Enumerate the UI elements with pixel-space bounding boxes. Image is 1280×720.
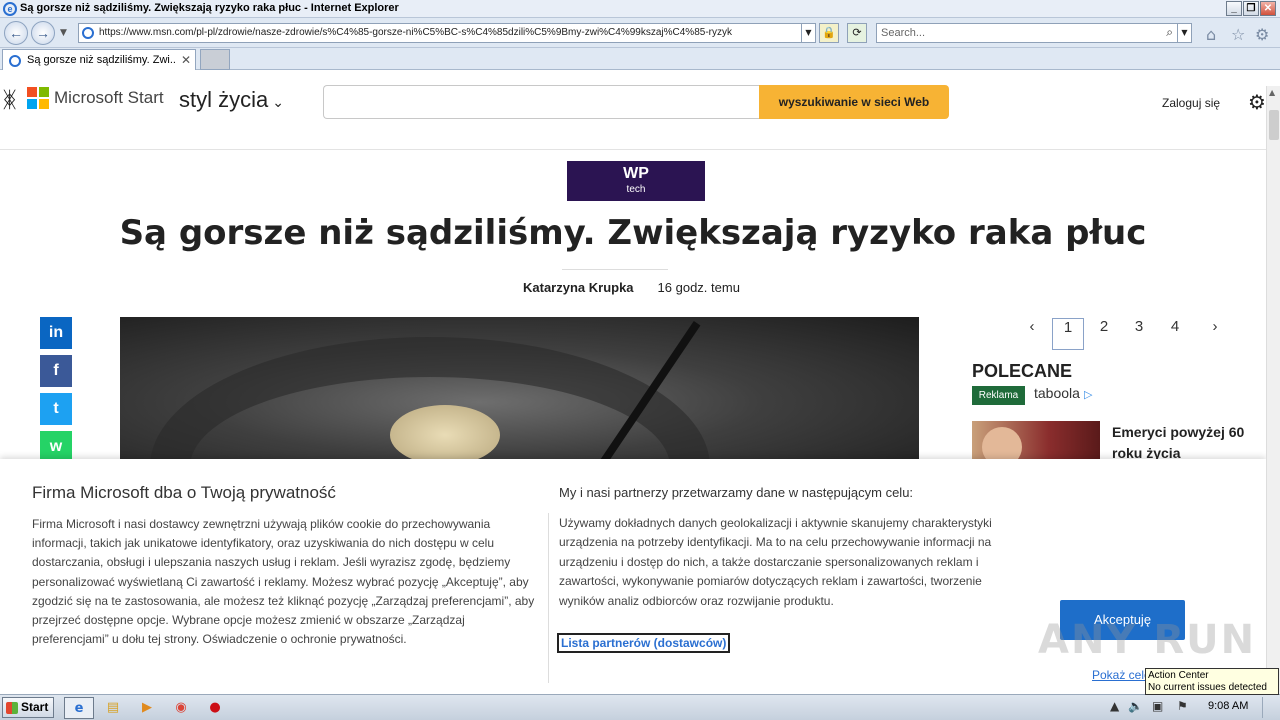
restore-button[interactable]: ❐: [1243, 1, 1259, 16]
tray-expand-icon[interactable]: ▲: [1110, 699, 1119, 713]
tooltip-title: Action Center: [1148, 670, 1209, 681]
settings-icon[interactable]: ⚙: [1248, 90, 1266, 114]
browser-search-placeholder: Search...: [881, 27, 926, 39]
section-label: styl życia: [179, 87, 269, 112]
address-dropdown-icon[interactable]: ▼: [801, 24, 815, 42]
tab-active[interactable]: Są gorsze niż sądziliśmy. Zwi... ✕: [2, 49, 196, 70]
msn-header: ᛤ Microsoft Start styl życia ⌄ wyszukiwan…: [0, 70, 1266, 150]
source-logo-mark: WP: [623, 165, 649, 182]
internet-explorer-icon: e: [3, 2, 17, 16]
ie-taskbar-icon[interactable]: e: [64, 697, 94, 719]
web-page: ᛤ Microsoft Start styl życia ⌄ wyszukiwan…: [0, 70, 1266, 694]
search-dropdown-icon[interactable]: ▼: [1177, 24, 1191, 42]
opera-taskbar-icon[interactable]: ●: [200, 697, 230, 719]
adchoices-icon[interactable]: ▷: [1084, 389, 1092, 401]
chevron-down-icon: ⌄: [272, 94, 284, 110]
web-search-button[interactable]: wyszukiwanie w sieci Web: [759, 85, 949, 119]
history-dropdown-icon[interactable]: ▼: [60, 28, 67, 38]
msn-butterfly-icon[interactable]: ᛤ: [3, 88, 16, 113]
prev-page-chevron-icon[interactable]: ‹: [1016, 318, 1048, 350]
show-desktop-button[interactable]: [1262, 697, 1276, 718]
ad-thumbnail[interactable]: [972, 421, 1100, 461]
show-purposes-link[interactable]: Pokaż cele: [1092, 668, 1151, 682]
windows-flag-icon: [6, 702, 18, 714]
source-logo[interactable]: WP tech: [567, 161, 705, 201]
divider: [562, 269, 668, 270]
whatsapp-share-icon[interactable]: w: [40, 431, 72, 459]
clock[interactable]: 9:08 AM: [1208, 700, 1248, 712]
partners-list-link[interactable]: Lista partnerów (dostawców): [557, 633, 731, 653]
action-center-flag-icon[interactable]: ⚑: [1177, 699, 1188, 713]
new-tab-button[interactable]: [200, 49, 230, 70]
source-logo-sub: tech: [626, 184, 646, 195]
lock-icon[interactable]: 🔒: [819, 23, 839, 43]
watermark-logo: ANY RUN: [1038, 617, 1257, 663]
login-link[interactable]: Zaloguj się: [1162, 96, 1220, 110]
ad-network-label: taboola: [1034, 385, 1080, 401]
forward-button[interactable]: →: [31, 21, 55, 45]
byline: Katarzyna Krupka 16 godz. temu: [523, 280, 740, 295]
search-icon[interactable]: ⌕: [1166, 25, 1173, 40]
recommended-heading: POLECANE: [972, 361, 1073, 381]
browser-nav-bar: ← → ▼ https://www.msn.com/pl-pl/zdrowie/…: [0, 18, 1280, 48]
network-icon[interactable]: ▣: [1152, 699, 1163, 713]
next-page-chevron-icon[interactable]: ›: [1199, 318, 1231, 350]
author[interactable]: Katarzyna Krupka: [523, 280, 634, 295]
tab-strip: Są gorsze niż sądziliśmy. Zwi... ✕: [0, 48, 1280, 70]
article-image: [120, 317, 919, 459]
tab-page-icon: [9, 55, 21, 67]
window-title-bar: e Są gorsze niż sądziliśmy. Zwiększają r…: [0, 0, 1280, 18]
article-headline: Są gorsze niż sądziliśmy. Zwiększają ryz…: [119, 213, 1147, 253]
favorites-star-icon[interactable]: ☆: [1231, 25, 1245, 44]
twitter-share-icon[interactable]: t: [40, 393, 72, 425]
published-time: 16 godz. temu: [657, 280, 740, 295]
brand-name[interactable]: Microsoft Start: [54, 88, 164, 108]
back-button[interactable]: ←: [4, 21, 28, 45]
page-1[interactable]: 1: [1052, 318, 1084, 350]
linkedin-share-icon[interactable]: in: [40, 317, 72, 349]
minimize-button[interactable]: _: [1226, 1, 1242, 16]
taskbar: Start e ▤ ▶ ◉ ● ▲ 🔈 ▣ ⚑ 9:08 AM: [0, 694, 1280, 720]
media-player-taskbar-icon[interactable]: ▶: [132, 697, 162, 719]
volume-icon[interactable]: 🔈: [1128, 699, 1143, 713]
scroll-thumb[interactable]: [1269, 110, 1279, 140]
ad-network[interactable]: taboola ▷: [1034, 385, 1092, 401]
ad-badge: Reklama: [972, 386, 1025, 405]
consent-description: Firma Microsoft i nasi dostawcy zewnętrz…: [32, 517, 535, 647]
start-label: Start: [21, 700, 49, 714]
page-4[interactable]: 4: [1159, 318, 1191, 350]
address-bar[interactable]: https://www.msn.com/pl-pl/zdrowie/nasze-…: [78, 23, 816, 43]
consent-title: Firma Microsoft dba o Twoją prywatność: [32, 483, 336, 502]
scroll-up-icon[interactable]: ▲: [1269, 88, 1275, 97]
tab-label: Są gorsze niż sądziliśmy. Zwi...: [27, 54, 177, 66]
web-search-input[interactable]: [323, 85, 760, 119]
consent-purpose-text: Używamy dokładnych danych geolokalizacji…: [559, 516, 992, 608]
page-2[interactable]: 2: [1088, 318, 1120, 350]
explorer-taskbar-icon[interactable]: ▤: [98, 697, 128, 719]
consent-divider: [548, 513, 549, 683]
refresh-icon[interactable]: ⟳: [847, 23, 867, 43]
browser-search-box[interactable]: Search... ⌕ ▼: [876, 23, 1192, 43]
window-title: Są gorsze niż sądziliśmy. Zwiększają ryz…: [20, 2, 399, 14]
section-selector[interactable]: styl życia ⌄: [179, 87, 284, 113]
tooltip-text: No current issues detected: [1148, 682, 1267, 693]
action-center-tooltip: Action Center No current issues detected: [1145, 668, 1279, 695]
settings-gear-icon[interactable]: ⚙: [1255, 25, 1269, 44]
close-window-button[interactable]: ✕: [1260, 1, 1276, 16]
start-button[interactable]: Start: [2, 697, 54, 718]
vertical-scrollbar[interactable]: ▲: [1266, 86, 1280, 694]
microsoft-logo-icon[interactable]: [27, 87, 49, 109]
page-3[interactable]: 3: [1123, 318, 1155, 350]
address-url: https://www.msn.com/pl-pl/zdrowie/nasze-…: [99, 27, 732, 38]
facebook-share-icon[interactable]: f: [40, 355, 72, 387]
consent-purpose-title: My i nasi partnerzy przetwarzamy dane w …: [559, 485, 914, 500]
home-icon[interactable]: ⌂: [1206, 25, 1216, 44]
page-icon: [82, 27, 94, 39]
chrome-taskbar-icon[interactable]: ◉: [166, 697, 196, 719]
tab-close-icon[interactable]: ✕: [181, 53, 191, 67]
